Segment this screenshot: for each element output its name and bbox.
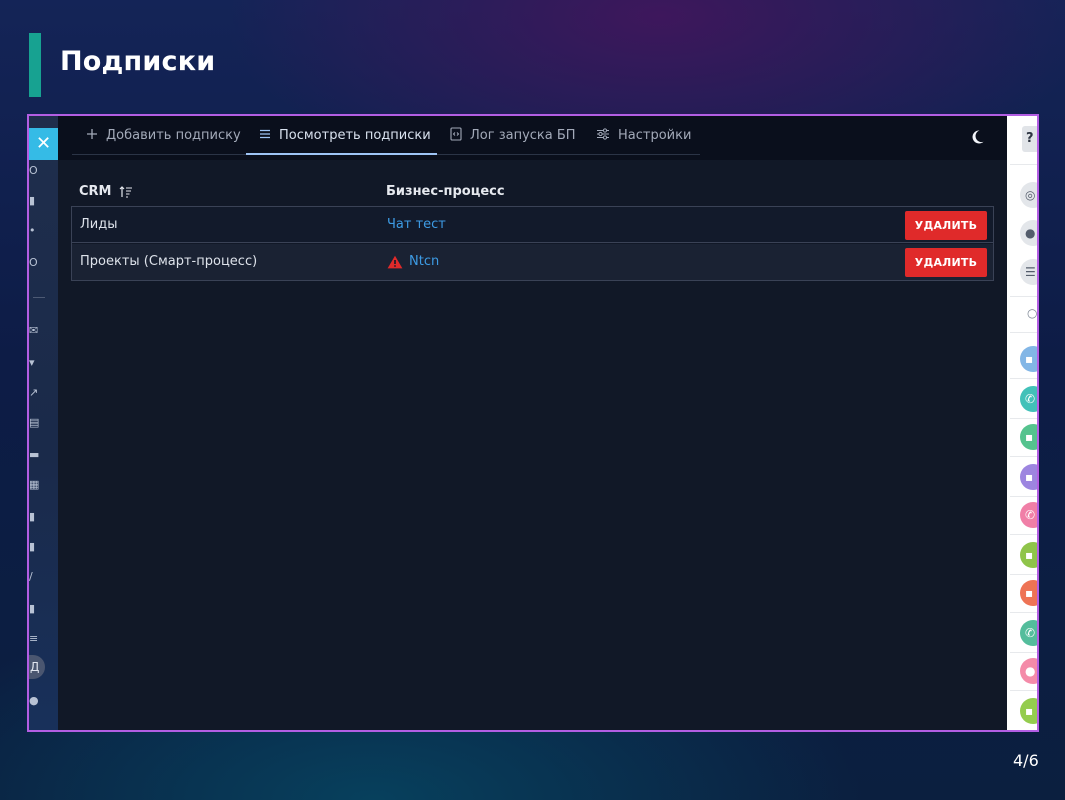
portal-right-panel: ? ◎ ● ☰ ○ ▪ ✆ ▪ ▪ ✆ ▪ ▪ ✆ ● ▪: [1007, 116, 1037, 730]
chat-icon[interactable]: ▮: [29, 512, 39, 522]
business-process-link[interactable]: Чат тест: [387, 217, 446, 232]
table-row: Проекты (Смарт-процесс) Ntcn УДАЛИТЬ: [72, 244, 993, 280]
menu-icon[interactable]: •: [29, 226, 39, 236]
delete-button[interactable]: УДАЛИТЬ: [905, 248, 987, 277]
column-header-business-process[interactable]: Бизнес-процесс: [386, 184, 505, 199]
tab-view-subscriptions[interactable]: Посмотреть подписки: [259, 116, 431, 154]
sliders-icon: [596, 127, 610, 143]
business-process-name: Чат тест: [387, 217, 446, 232]
panel-divider: [1010, 332, 1037, 333]
menu-icon[interactable]: O: [29, 166, 39, 176]
settings-icon[interactable]: ●: [29, 696, 39, 706]
tab-add-subscription[interactable]: Добавить подписку: [86, 116, 241, 154]
search-icon[interactable]: ○: [1027, 306, 1037, 320]
cart-icon[interactable]: ▾: [29, 358, 39, 368]
avatar[interactable]: Д: [29, 655, 45, 679]
help-button[interactable]: ?: [1022, 126, 1037, 152]
delete-button[interactable]: УДАЛИТЬ: [905, 211, 987, 240]
panel-divider: [1010, 296, 1037, 297]
panel-divider: [1010, 378, 1037, 379]
moon-icon[interactable]: [969, 129, 985, 145]
video-icon[interactable]: ▮: [29, 604, 39, 614]
panel-divider: [1010, 164, 1037, 165]
chat-avatar[interactable]: ▪: [1020, 424, 1037, 450]
chat-icon[interactable]: ☰: [1020, 259, 1037, 285]
tab-bar: Добавить подписку Посмотреть подписки Ло…: [58, 116, 1007, 160]
panel-divider: [1010, 574, 1037, 575]
panel-divider: [1010, 418, 1037, 419]
crm-cell: Проекты (Смарт-процесс): [80, 254, 258, 269]
rocket-icon[interactable]: ↗: [29, 388, 39, 398]
panel-divider: [1010, 456, 1037, 457]
panel-divider: [1010, 652, 1037, 653]
warning-icon: [387, 255, 403, 268]
portal-left-menu: ✕ O ▮ • O ✉ ▾ ↗ ▤ ▬ ▦ ▮ ▮ / ▮ ≡ Д ●: [29, 116, 58, 730]
column-header-label: Бизнес-процесс: [386, 184, 505, 199]
tab-label: Добавить подписку: [106, 127, 241, 143]
tab-settings[interactable]: Настройки: [596, 116, 691, 154]
close-button[interactable]: ✕: [29, 128, 58, 160]
chat-avatar[interactable]: ▪: [1020, 698, 1037, 724]
list-icon: [259, 128, 271, 142]
copilot-icon[interactable]: ◎: [1020, 182, 1037, 208]
table-row: Лиды Чат тест УДАЛИТЬ: [72, 207, 993, 243]
tab-label: Посмотреть подписки: [279, 127, 431, 143]
tab-label: Настройки: [618, 127, 692, 143]
crm-cell: Лиды: [80, 217, 118, 232]
subscriptions-table: Лиды Чат тест УДАЛИТЬ Проекты (Смарт-про…: [71, 206, 994, 281]
calendar-icon[interactable]: ▦: [29, 480, 39, 490]
users-icon[interactable]: ▮: [29, 542, 39, 552]
plus-icon: [86, 128, 98, 143]
sort-ascending-icon[interactable]: [119, 185, 132, 198]
slide-title: Подписки: [60, 46, 216, 77]
panel-divider: [1010, 534, 1037, 535]
business-process-name: Ntcn: [409, 254, 440, 269]
table-icon[interactable]: ▤: [29, 418, 39, 428]
screenshot-frame: ✕ O ▮ • O ✉ ▾ ↗ ▤ ▬ ▦ ▮ ▮ / ▮ ≡ Д ● Доба…: [27, 114, 1039, 732]
page-number: 4/6: [1013, 751, 1039, 770]
phone-icon[interactable]: ✆: [1020, 502, 1037, 528]
business-process-link[interactable]: Ntcn: [387, 254, 439, 269]
title-accent-bar: [29, 33, 41, 97]
panel-divider: [1010, 496, 1037, 497]
column-header-label: CRM: [79, 184, 112, 199]
menu-icon[interactable]: ▮: [29, 196, 39, 206]
close-icon: ✕: [35, 133, 52, 154]
bell-icon[interactable]: ●: [1020, 220, 1037, 246]
panel-divider: [1010, 612, 1037, 613]
megaphone-icon[interactable]: ▪: [1020, 542, 1037, 568]
ai-icon[interactable]: /: [29, 572, 39, 582]
menu-icon[interactable]: O: [29, 258, 39, 268]
disk-icon[interactable]: ▬: [29, 450, 39, 460]
tab-bp-launch-log[interactable]: Лог запуска БП: [450, 116, 576, 154]
contact-avatar[interactable]: ●: [1020, 658, 1037, 684]
tab-label: Лог запуска БП: [470, 127, 576, 143]
app-panel: Добавить подписку Посмотреть подписки Ло…: [58, 116, 1007, 730]
panel-divider: [1010, 690, 1037, 691]
code-file-icon: [450, 126, 462, 144]
megaphone-icon[interactable]: ▪: [1020, 580, 1037, 606]
active-tab-indicator: [246, 153, 437, 155]
contact-avatar[interactable]: ▪: [1020, 346, 1037, 372]
phone-icon[interactable]: ✆: [1020, 386, 1037, 412]
list-icon[interactable]: ≡: [29, 634, 39, 644]
column-header-crm[interactable]: CRM: [79, 184, 132, 199]
contact-avatar[interactable]: ▪: [1020, 464, 1037, 490]
mail-icon[interactable]: ✉: [29, 326, 39, 336]
phone-icon[interactable]: ✆: [1020, 620, 1037, 646]
menu-divider: [33, 297, 45, 298]
